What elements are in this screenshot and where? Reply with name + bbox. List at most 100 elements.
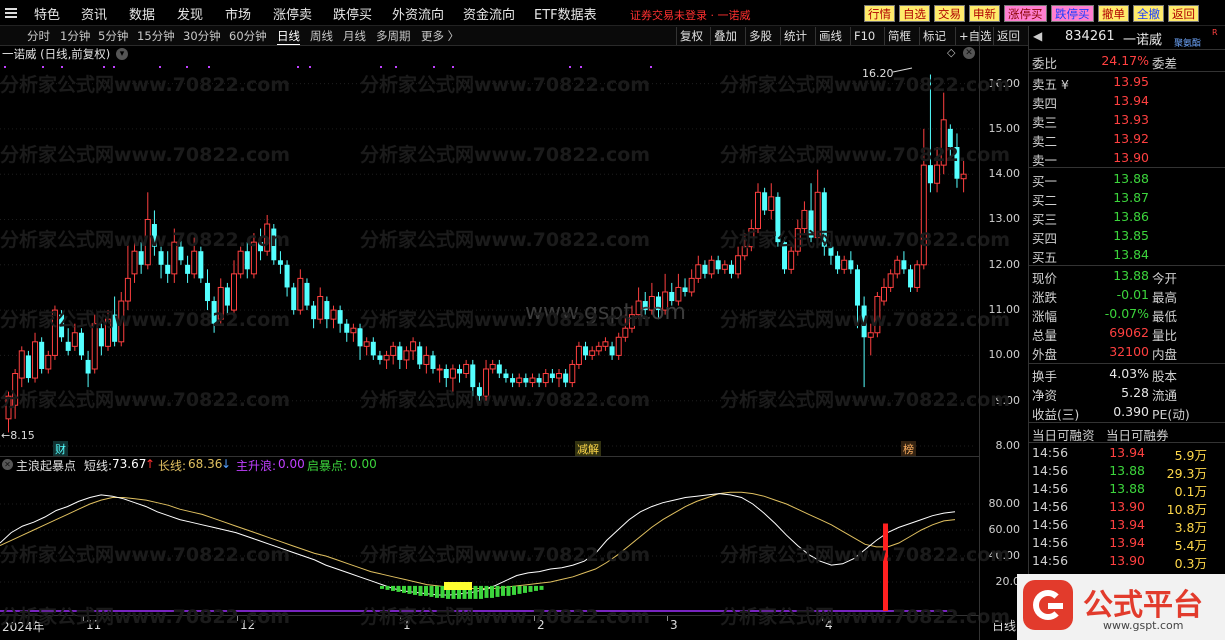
candle-body	[735, 255, 742, 275]
candle-body	[934, 164, 941, 184]
candle-body	[131, 250, 138, 275]
toolbar-btn-2[interactable]: 多股	[745, 27, 775, 45]
candle-body	[370, 341, 376, 356]
stat2-label-2: 股本	[1152, 369, 1178, 384]
toolbar-btn-9[interactable]: 返回	[993, 27, 1023, 45]
menu-zhangtingmai[interactable]: 涨停卖	[273, 4, 312, 23]
period-tab-7[interactable]: 周线	[310, 28, 333, 44]
bid-price[interactable]: 13.84	[1069, 247, 1149, 262]
bid-price[interactable]: 13.85	[1069, 228, 1149, 243]
candle-body	[841, 259, 848, 270]
quick-btn-0[interactable]: 行情	[864, 5, 895, 22]
green-bar	[407, 585, 412, 594]
ask-price[interactable]: 13.95	[1069, 74, 1149, 89]
stat2-label: 换手	[1032, 369, 1058, 384]
candle-body	[575, 345, 582, 365]
menu-faxian[interactable]: 发现	[177, 4, 203, 23]
candle-body	[198, 251, 204, 279]
candle-body	[403, 350, 410, 361]
ask-price[interactable]: 13.93	[1069, 112, 1149, 127]
period-tab-9[interactable]: 多周期	[376, 28, 411, 44]
candle-body	[45, 354, 52, 370]
candle-body	[18, 350, 25, 379]
marker-cai[interactable]: 财	[53, 441, 68, 457]
candle-body	[423, 354, 430, 365]
menu-shichang[interactable]: 市场	[225, 4, 251, 23]
ind-tick: 80.00	[988, 497, 1021, 510]
app-menu-icon[interactable]	[3, 6, 19, 20]
candle-body	[854, 269, 860, 306]
menu-shuju[interactable]: 数据	[129, 4, 155, 23]
bid-price[interactable]: 13.86	[1069, 209, 1149, 224]
candle-body	[430, 355, 436, 369]
watermark-text: 分析家公式网www.70822.com	[360, 74, 651, 96]
period-tab-5[interactable]: 60分钟	[229, 28, 267, 44]
toolbar-btn-6[interactable]: 简框	[884, 27, 914, 45]
quick-btn-2[interactable]: 交易	[934, 5, 965, 22]
signal-dot	[395, 66, 397, 68]
login-notice[interactable]: 证券交易未登录 · 一诺威	[630, 7, 751, 23]
ask-price[interactable]: 13.94	[1069, 93, 1149, 108]
stat-value: -0.01	[1116, 287, 1149, 302]
quick-btn-1[interactable]: 自选	[899, 5, 930, 22]
price-tick: 15.00	[988, 121, 1021, 135]
menu-zijin[interactable]: 资金流向	[463, 4, 515, 23]
diamond-icon[interactable]: ◇	[947, 46, 955, 59]
toolbar-btn-7[interactable]: 标记	[919, 27, 949, 45]
toolbar-btn-3[interactable]: 统计	[780, 27, 810, 45]
toolbar-btn-0[interactable]: 复权	[676, 27, 706, 45]
green-bar	[413, 585, 417, 595]
stat-value: 69062	[1109, 325, 1149, 340]
menu-waizi[interactable]: 外资流向	[392, 4, 444, 23]
ask-price[interactable]: 13.92	[1069, 131, 1149, 146]
tick-volume: 5.4万	[1174, 538, 1207, 553]
title-dropdown-icon[interactable]: ▾	[116, 48, 128, 60]
menu-zixun[interactable]: 资讯	[81, 4, 107, 23]
weibi-value: 24.17%	[1101, 53, 1149, 68]
indicator-close-icon[interactable]: ✕	[2, 459, 13, 470]
candle-body	[330, 309, 337, 320]
candle-body	[185, 264, 191, 274]
close-chart-icon[interactable]: ✕	[963, 47, 975, 59]
period-tab-0[interactable]: 分时	[27, 28, 50, 44]
toolbar-btn-8[interactable]: +自选	[955, 27, 995, 45]
period-tab-10[interactable]: 更多 〉	[421, 28, 459, 44]
quick-btn-5[interactable]: 跌停买	[1051, 5, 1094, 22]
red-signal-bar	[883, 523, 888, 611]
menu-dietingmai[interactable]: 跌停买	[333, 4, 372, 23]
candle-body	[589, 350, 596, 356]
quick-btn-8[interactable]: 返回	[1168, 5, 1199, 22]
signal-dot	[159, 66, 161, 68]
ask-price[interactable]: 13.90	[1069, 150, 1149, 165]
short-arrow: ↑	[145, 457, 156, 471]
ask-label: 卖五 ¥	[1032, 77, 1069, 92]
panel-arrow-icon[interactable]: ◀	[1033, 29, 1042, 43]
candle-body	[78, 332, 84, 356]
bid-price[interactable]: 13.87	[1069, 190, 1149, 205]
period-tab-4[interactable]: 30分钟	[183, 28, 221, 44]
period-tab-8[interactable]: 月线	[343, 28, 366, 44]
period-tab-6[interactable]: 日线	[277, 28, 300, 45]
toolbar-btn-1[interactable]: 叠加	[710, 27, 740, 45]
menu-etf[interactable]: ETF数据表	[534, 4, 597, 23]
quick-btn-4[interactable]: 涨停买	[1004, 5, 1047, 22]
bid-price[interactable]: 13.88	[1069, 171, 1149, 186]
quick-btn-6[interactable]: 撤单	[1098, 5, 1129, 22]
stat-value: 32100	[1109, 344, 1149, 359]
quick-btn-7[interactable]: 全撤	[1133, 5, 1164, 22]
quick-btn-3[interactable]: 申新	[969, 5, 1000, 22]
period-tab-1[interactable]: 1分钟	[60, 28, 90, 44]
toolbar-btn-5[interactable]: F10	[850, 27, 878, 45]
watermark-text: 分析家公式网www.70822.com	[720, 544, 1011, 566]
candle-body	[377, 355, 383, 360]
bid-label: 买二	[1032, 193, 1058, 208]
marker-jianjie[interactable]: 减解	[575, 441, 601, 457]
marker-bang[interactable]: 榜	[901, 441, 916, 457]
toolbar-btn-4[interactable]: 画线	[815, 27, 845, 45]
period-tab-3[interactable]: 15分钟	[137, 28, 175, 44]
date-tick: 3	[670, 618, 678, 632]
menu-tese[interactable]: 特色	[34, 4, 60, 23]
period-tab-2[interactable]: 5分钟	[98, 28, 128, 44]
candle-body	[124, 277, 131, 302]
candle-body	[317, 296, 324, 320]
